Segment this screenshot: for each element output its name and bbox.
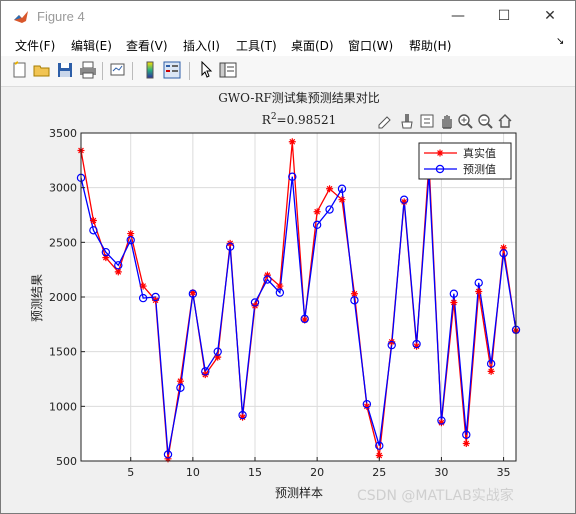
y-tick-label: 3500 <box>49 127 77 140</box>
chart-title: GWO-RF测试集预测结果对比 <box>218 90 380 105</box>
y-tick-label: 2000 <box>49 291 77 304</box>
menu-view[interactable]: 查看(V) <box>126 37 168 54</box>
minimize-icon: — <box>451 8 465 24</box>
watermark: CSDN @MATLAB实战家 <box>357 488 514 504</box>
toolbar-separator <box>132 62 133 80</box>
dock-arrow-icon[interactable]: ↘ <box>556 36 564 47</box>
pan-icon[interactable] <box>439 113 455 129</box>
legend-label: 预测值 <box>463 163 496 176</box>
legend-icon[interactable] <box>163 61 181 79</box>
x-axis-label: 预测样本 <box>275 485 323 500</box>
menu-file[interactable]: 文件(F) <box>15 37 55 54</box>
menu-edit[interactable]: 编辑(E) <box>71 37 112 54</box>
data-point-true <box>89 216 97 224</box>
menu-help[interactable]: 帮助(H) <box>409 37 451 54</box>
figure-window: Figure 4 — ☐ ✕ 文件(F) 编辑(E) 查看(V) 插入(I) 工… <box>0 0 576 514</box>
x-tick-label: 10 <box>186 466 200 479</box>
zoom-in-icon[interactable] <box>457 113 473 129</box>
x-tick-label: 25 <box>372 466 386 479</box>
x-tick-label: 15 <box>248 466 262 479</box>
x-tick-label: 20 <box>310 466 324 479</box>
data-tips-icon[interactable] <box>419 113 435 129</box>
matlab-logo-icon <box>14 11 28 23</box>
chart-subtitle: R2=0.98521 <box>262 112 336 127</box>
print-icon[interactable] <box>79 61 97 79</box>
menu-window[interactable]: 窗口(W) <box>348 37 393 54</box>
y-tick-label: 3000 <box>49 182 77 195</box>
new-figure-icon[interactable] <box>11 61 29 79</box>
menu-desktop[interactable]: 桌面(D) <box>291 37 334 54</box>
window-title: Figure 4 <box>37 9 85 24</box>
data-point-true <box>338 196 346 204</box>
y-tick-label: 1000 <box>49 400 77 413</box>
close-icon: ✕ <box>544 8 556 24</box>
y-tick-label: 500 <box>56 455 77 468</box>
close-button[interactable]: ✕ <box>527 1 573 32</box>
x-tick-label: 30 <box>434 466 448 479</box>
pointer-icon[interactable] <box>197 61 215 79</box>
x-tick-label: 35 <box>497 466 511 479</box>
colorbar-icon[interactable] <box>141 61 159 79</box>
legend-label: 真实值 <box>463 146 496 160</box>
zoom-out-icon[interactable] <box>477 113 493 129</box>
y-tick-label: 1500 <box>49 346 77 359</box>
menu-insert[interactable]: 插入(I) <box>183 37 220 54</box>
save-icon[interactable] <box>56 61 74 79</box>
property-editor-icon[interactable] <box>219 61 237 79</box>
edit-plot-icon[interactable] <box>377 113 393 129</box>
figure-toolbar <box>1 56 575 87</box>
maximize-button[interactable]: ☐ <box>481 1 527 32</box>
y-axis-label: 预测结果 <box>30 274 44 322</box>
toolbar-separator <box>102 62 103 80</box>
menu-bar: 文件(F) 编辑(E) 查看(V) 插入(I) 工具(T) 桌面(D) 窗口(W… <box>1 32 575 56</box>
open-icon[interactable] <box>33 61 51 79</box>
line-chart: 5 10 15 20 25 30 35 500 1000 1500 2000 2500 3000 3500… <box>30 90 521 500</box>
restore-view-icon[interactable] <box>497 113 513 129</box>
y-tick-label: 2500 <box>49 236 77 249</box>
brush-icon[interactable] <box>399 113 415 129</box>
maximize-icon: ☐ <box>497 8 511 24</box>
menu-tools[interactable]: 工具(T) <box>236 37 277 54</box>
link-plot-icon[interactable] <box>109 61 127 79</box>
legend[interactable]: 真实值预测值 <box>418 142 512 180</box>
legend-marker <box>436 149 444 157</box>
title-bar: Figure 4 — ☐ ✕ <box>1 1 575 32</box>
minimize-button[interactable]: — <box>435 1 481 32</box>
x-tick-label: 5 <box>127 466 134 479</box>
toolbar-separator <box>189 62 190 80</box>
figure-canvas: 5 10 15 20 25 30 35 500 1000 1500 2000 2500 3000 3500… <box>11 87 567 507</box>
